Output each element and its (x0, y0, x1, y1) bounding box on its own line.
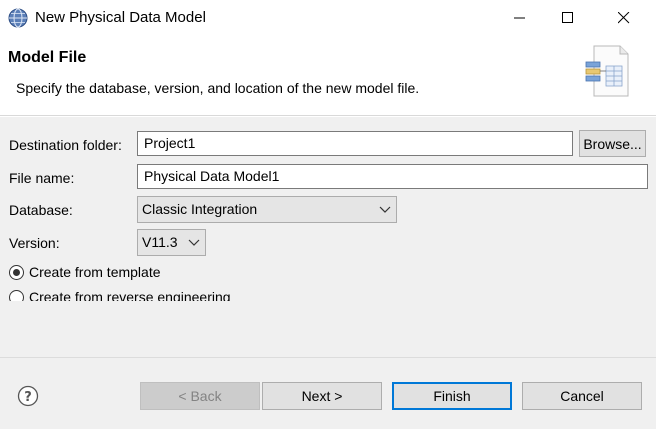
button-bar: ? < Back Next > Finish Cancel (0, 357, 656, 429)
create-from-reverse-engineering-option[interactable]: Create from reverse engineering (9, 289, 231, 301)
svg-text:?: ? (24, 390, 32, 405)
close-icon[interactable] (601, 0, 647, 36)
database-select[interactable]: Classic Integration (137, 196, 397, 223)
data-model-file-icon (582, 44, 632, 98)
create-from-template-option[interactable]: Create from template (9, 264, 161, 280)
form-panel: Destination folder: Project1 Browse... F… (0, 117, 656, 357)
cancel-button[interactable]: Cancel (522, 382, 642, 410)
finish-button[interactable]: Finish (392, 382, 512, 410)
reverse-engineering-clip: Create from reverse engineering (0, 287, 656, 301)
database-label: Database: (9, 202, 73, 218)
chevron-down-icon (187, 235, 201, 249)
wizard-header: Model File Specify the database, version… (0, 36, 656, 116)
destination-folder-label: Destination folder: (9, 137, 122, 153)
database-select-value: Classic Integration (142, 201, 258, 217)
file-name-label: File name: (9, 170, 75, 186)
destination-folder-field[interactable]: Project1 (137, 131, 573, 156)
maximize-icon[interactable] (545, 0, 591, 36)
page-title: Model File (8, 49, 87, 66)
version-label: Version: (9, 235, 60, 251)
help-icon[interactable]: ? (17, 385, 39, 407)
globe-app-icon (8, 8, 28, 28)
browse-button[interactable]: Browse... (579, 130, 646, 157)
minimize-icon[interactable] (497, 0, 543, 36)
next-button[interactable]: Next > (262, 382, 382, 410)
chevron-down-icon (378, 202, 392, 216)
create-from-reverse-engineering-label: Create from reverse engineering (29, 289, 231, 301)
new-physical-data-model-dialog: New Physical Data Model Model File Speci… (0, 0, 656, 429)
version-select[interactable]: V11.3 (137, 229, 206, 256)
version-select-value: V11.3 (142, 234, 178, 250)
file-name-field[interactable]: Physical Data Model1 (137, 164, 648, 189)
page-description: Specify the database, version, and locat… (16, 80, 420, 96)
create-from-reverse-engineering-radio[interactable] (9, 289, 24, 301)
title-bar: New Physical Data Model (0, 0, 656, 36)
back-button[interactable]: < Back (140, 382, 260, 410)
create-from-template-label: Create from template (29, 264, 161, 280)
window-title: New Physical Data Model (35, 9, 206, 26)
create-from-template-radio[interactable] (9, 264, 24, 280)
